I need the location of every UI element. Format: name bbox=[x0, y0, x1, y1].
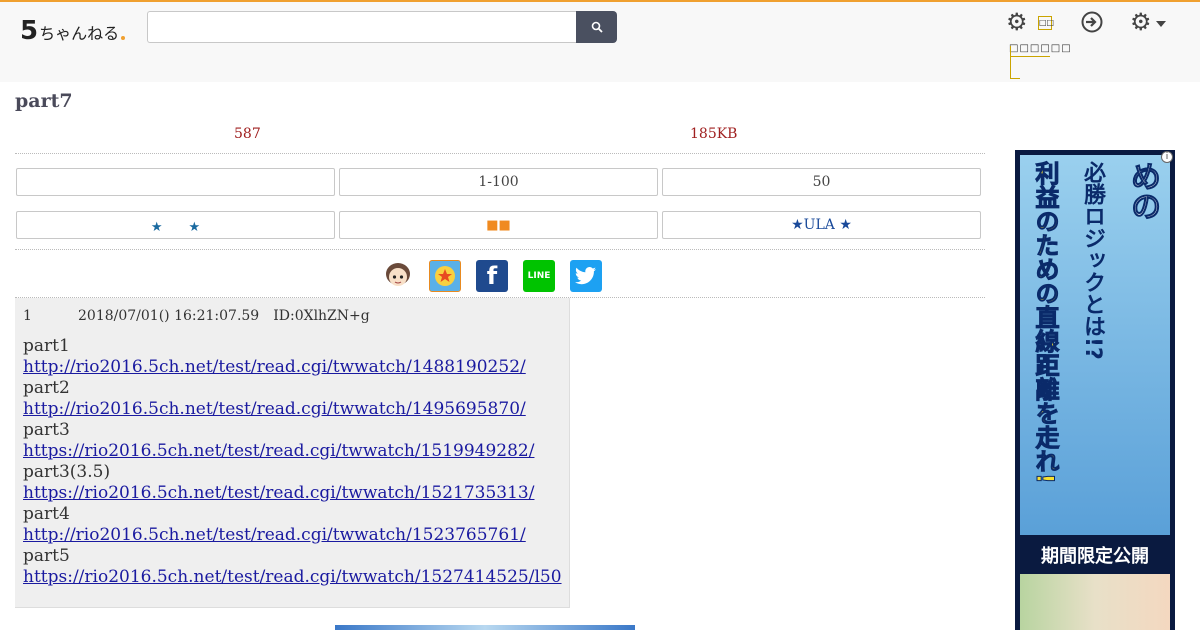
logo-text: ちゃんねる bbox=[39, 24, 120, 43]
site-header: 5 ちゃんねる ⚙ □□ □□□□□□ ⚙ bbox=[0, 2, 1200, 82]
search-bar bbox=[147, 11, 617, 43]
line-icon[interactable]: LINE bbox=[523, 260, 555, 292]
nav-button-star-left[interactable]: ★ ★ bbox=[16, 211, 335, 239]
sidebar-ad-banner[interactable]: バイナリーで勝ち続けるための 必勝ロジックとは!? 利益のための直線距離を走れ!… bbox=[1015, 150, 1175, 630]
post-number[interactable]: 1 bbox=[23, 308, 78, 324]
post-line-label: part3 bbox=[23, 420, 70, 440]
thread-title: part7 bbox=[15, 90, 73, 112]
nav-button-first-100[interactable]: 1-100 bbox=[339, 168, 658, 196]
ad-artwork: バイナリーで勝ち続けるための 必勝ロジックとは!? 利益のための直線距離を走れ! bbox=[1020, 155, 1175, 535]
post-link[interactable]: https://rio2016.5ch.net/test/read.cgi/tw… bbox=[23, 441, 562, 462]
post-1: 1 2018/07/01() 16:21:07.59 ID:0XlhZN+g p… bbox=[15, 298, 570, 608]
divider bbox=[15, 153, 985, 154]
menu-label[interactable]: □□ bbox=[1038, 16, 1054, 30]
post-link[interactable]: https://rio2016.5ch.net/test/read.cgi/tw… bbox=[23, 567, 562, 588]
post-link[interactable]: https://rio2016.5ch.net/test/read.cgi/tw… bbox=[23, 483, 562, 504]
ad-headline-sub: 必勝ロジックとは!? bbox=[1080, 161, 1105, 360]
mascot-avatar-icon[interactable] bbox=[382, 260, 414, 292]
post-header: 1 2018/07/01() 16:21:07.59 ID:0XlhZN+g bbox=[23, 308, 370, 324]
menu-tree-line bbox=[1010, 46, 1011, 78]
nav-button-latest-50[interactable]: 50 bbox=[662, 168, 981, 196]
post-line-label: part5 bbox=[23, 546, 70, 566]
search-icon bbox=[591, 21, 603, 33]
thread-size: 185KB bbox=[690, 126, 738, 142]
app-icon[interactable] bbox=[429, 260, 461, 292]
share-bar: f LINE bbox=[382, 260, 602, 294]
post-line-label: part2 bbox=[23, 378, 70, 398]
gear-icon[interactable]: ⚙ bbox=[1006, 10, 1028, 34]
ad-tagline: 利益のための直線距離を走れ! bbox=[1031, 161, 1060, 485]
menu-tree[interactable]: □□□□□□ bbox=[1007, 40, 1071, 80]
thread-main: part7 587 185KB 1-100 50 ★ ★ ■■ ★ULA ★ f… bbox=[0, 82, 1200, 630]
ad-info-icon[interactable]: i bbox=[1161, 151, 1173, 163]
facebook-icon[interactable]: f bbox=[476, 260, 508, 292]
nav-button-squares[interactable]: ■■ bbox=[339, 211, 658, 239]
menu-tree-label: □□□□□□ bbox=[1009, 43, 1072, 54]
post-line-label: part1 bbox=[23, 336, 70, 356]
post-date: 2018/07/01() 16:21:07.59 bbox=[78, 308, 260, 324]
post-link[interactable]: http://rio2016.5ch.net/test/read.cgi/tww… bbox=[23, 357, 562, 378]
logo-dot bbox=[121, 36, 126, 40]
post-line-label: part4 bbox=[23, 504, 70, 524]
nav-button-all[interactable] bbox=[16, 168, 335, 196]
search-input[interactable] bbox=[147, 11, 577, 43]
twitter-icon[interactable] bbox=[570, 260, 602, 292]
post-link[interactable]: http://rio2016.5ch.net/test/read.cgi/tww… bbox=[23, 525, 562, 546]
post-line-label: part3(3.5) bbox=[23, 462, 111, 482]
menu-tree-line bbox=[1010, 56, 1050, 57]
bottom-ad-banner[interactable] bbox=[335, 625, 635, 630]
divider bbox=[15, 249, 985, 250]
post-body: part1 http://rio2016.5ch.net/test/read.c… bbox=[23, 336, 562, 588]
ad-band: 期間限定公開 bbox=[1020, 540, 1170, 570]
nav-button-ula[interactable]: ★ULA ★ bbox=[662, 211, 981, 239]
ad-photo bbox=[1020, 574, 1170, 630]
post-link[interactable]: http://rio2016.5ch.net/test/read.cgi/tww… bbox=[23, 399, 562, 420]
login-icon[interactable] bbox=[1080, 10, 1104, 34]
logo-number: 5 bbox=[20, 16, 39, 46]
chevron-down-icon[interactable] bbox=[1156, 21, 1166, 27]
menu-tree-line bbox=[1010, 78, 1020, 79]
search-button[interactable] bbox=[576, 11, 617, 43]
site-logo[interactable]: 5 ちゃんねる bbox=[20, 14, 126, 46]
settings-icon[interactable]: ⚙ bbox=[1130, 10, 1152, 34]
post-id[interactable]: ID:0XlhZN+g bbox=[273, 308, 370, 324]
ad-headline: バイナリーで勝ち続けるための bbox=[1125, 161, 1176, 522]
post-count: 587 bbox=[234, 126, 261, 142]
